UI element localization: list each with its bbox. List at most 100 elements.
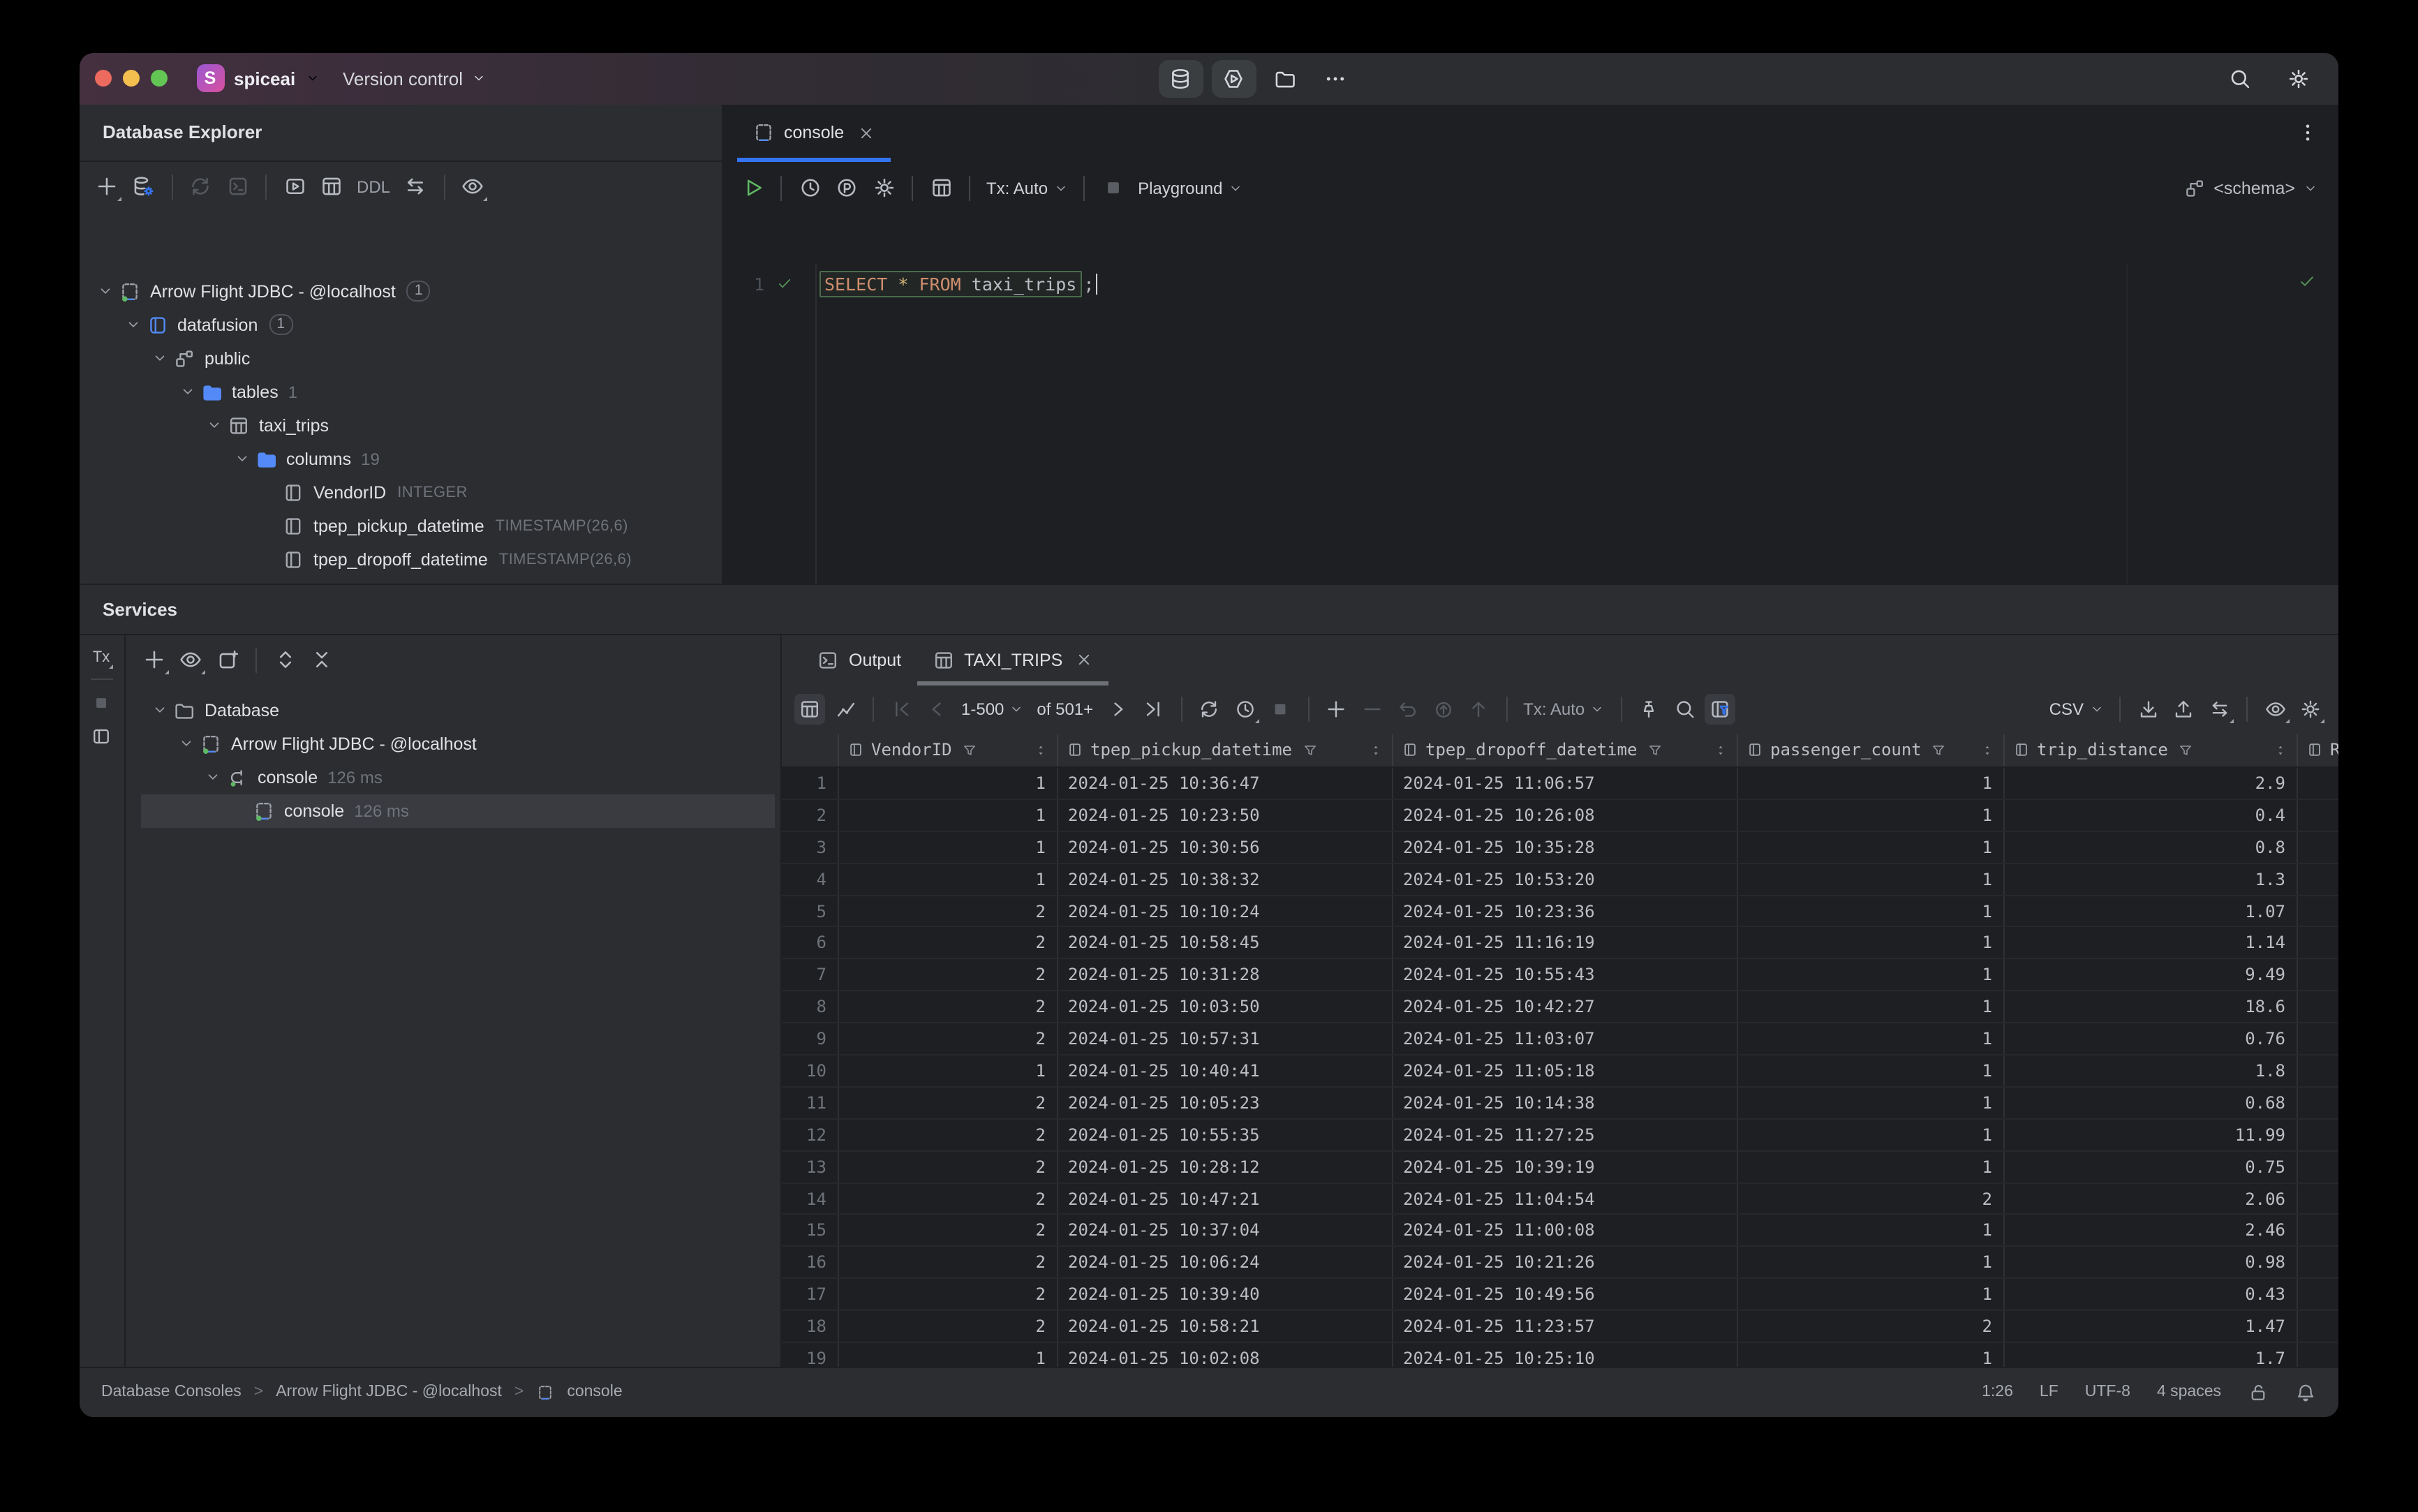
- filter-funnel-icon[interactable]: [2178, 743, 2193, 758]
- table-cell[interactable]: 2024-01-25 10:31:28: [1058, 959, 1393, 991]
- chevron-expanded-icon[interactable]: [149, 702, 171, 718]
- bell-icon[interactable]: [2295, 1382, 2316, 1403]
- table-cell[interactable]: 1: [1738, 864, 2005, 895]
- chevron-expanded-icon[interactable]: [202, 769, 224, 785]
- column-header-rate[interactable]: Rate: [2298, 734, 2338, 766]
- table-cell[interactable]: 1: [839, 1055, 1058, 1086]
- tree-item-console[interactable]: console 126 ms: [125, 760, 780, 794]
- sort-icon[interactable]: [1033, 743, 1048, 758]
- refresh-icon[interactable]: [1198, 698, 1220, 720]
- table-cell[interactable]: 2024-01-25 10:47:21: [1058, 1183, 1393, 1214]
- breadcrumb-database-consoles[interactable]: Database Consoles: [101, 1384, 242, 1401]
- table-cell[interactable]: 0.76: [2005, 1023, 2298, 1055]
- encoding-widget[interactable]: UTF-8: [2085, 1384, 2130, 1401]
- table-cell[interactable]: [2298, 1311, 2338, 1342]
- column-header-tpep-pickup-datetime[interactable]: tpep_pickup_datetime: [1058, 734, 1393, 766]
- playground-label[interactable]: Playground: [1138, 178, 1242, 198]
- table-cell[interactable]: 0.68: [2005, 1087, 2298, 1118]
- table-cell[interactable]: 2024-01-25 10:05:23: [1058, 1087, 1393, 1118]
- search-icon-button[interactable]: [2218, 59, 2260, 97]
- first-page-icon[interactable]: [890, 698, 912, 720]
- unlock-icon[interactable]: [2248, 1382, 2269, 1403]
- table-cell[interactable]: [2298, 1215, 2338, 1246]
- expand-all-icon[interactable]: [273, 648, 297, 672]
- revert-icon[interactable]: [1432, 698, 1454, 720]
- tab-output[interactable]: Output: [801, 635, 917, 685]
- search-icon[interactable]: [1673, 698, 1696, 720]
- table-cell[interactable]: 2: [839, 1087, 1058, 1118]
- table-cell[interactable]: 2024-01-25 11:23:57: [1393, 1311, 1738, 1342]
- table-cell[interactable]: 2024-01-25 10:23:50: [1058, 799, 1393, 831]
- table-cell[interactable]: 2024-01-25 10:49:56: [1393, 1279, 1738, 1310]
- editor-body[interactable]: 1 SELECT * FROM taxi_trips ;: [722, 263, 2338, 584]
- table-icon[interactable]: [929, 176, 953, 200]
- tree-item-datafusion[interactable]: datafusion 1: [79, 308, 721, 341]
- add-icon[interactable]: [142, 648, 168, 675]
- pin-icon[interactable]: [1638, 698, 1660, 720]
- table-cell[interactable]: [2298, 800, 2338, 831]
- table-cell[interactable]: 2024-01-25 11:04:54: [1393, 1183, 1738, 1214]
- filter-panel-icon[interactable]: [1705, 694, 1736, 725]
- table-cell[interactable]: 2.9: [2005, 768, 2298, 799]
- table-cell[interactable]: 2024-01-25 10:30:56: [1058, 831, 1393, 863]
- grid-view-icon[interactable]: [794, 694, 825, 725]
- table-cell[interactable]: 0.98: [2005, 1247, 2298, 1278]
- version-control-menu[interactable]: Version control: [343, 52, 485, 104]
- filter-funnel-icon[interactable]: [1931, 743, 1947, 758]
- table-cell[interactable]: 2: [839, 1151, 1058, 1183]
- table-cell[interactable]: 2024-01-25 10:36:47: [1058, 768, 1393, 799]
- column-header-trip-distance[interactable]: trip_distance: [2005, 734, 2298, 766]
- schema-selector[interactable]: <schema>: [2183, 177, 2317, 199]
- table-cell[interactable]: 1: [1738, 768, 2005, 799]
- table-cell[interactable]: [2298, 1055, 2338, 1086]
- tree-item-taxi-trips[interactable]: taxi_trips: [79, 408, 721, 442]
- table-cell[interactable]: 2: [839, 1279, 1058, 1310]
- table-cell[interactable]: 2024-01-25 10:53:20: [1393, 864, 1738, 895]
- more-vertical-icon[interactable]: [2297, 121, 2319, 144]
- sort-icon[interactable]: [1368, 743, 1384, 758]
- table-cell[interactable]: 2: [1738, 1311, 2005, 1342]
- column-header-tpep-dropoff-datetime[interactable]: tpep_dropoff_datetime: [1393, 734, 1738, 766]
- csv-label[interactable]: CSV: [2049, 699, 2103, 719]
- table-cell[interactable]: 2024-01-25 10:42:27: [1393, 991, 1738, 1023]
- table-cell[interactable]: 1.07: [2005, 896, 2298, 926]
- table-cell[interactable]: 2024-01-25 10:10:24: [1058, 896, 1393, 926]
- tx-auto-label[interactable]: Tx: Auto: [986, 178, 1067, 198]
- filter-funnel-icon[interactable]: [1647, 743, 1662, 758]
- table-cell[interactable]: 2: [839, 896, 1058, 926]
- chevron-expanded-icon[interactable]: [203, 417, 225, 433]
- table-cell[interactable]: 2024-01-25 10:28:12: [1058, 1151, 1393, 1183]
- table-cell[interactable]: 1.8: [2005, 1055, 2298, 1086]
- table-cell[interactable]: 1: [839, 768, 1058, 799]
- table-cell[interactable]: [2298, 1247, 2338, 1278]
- collapse-all-icon[interactable]: [310, 648, 334, 672]
- tree-item-vendorid[interactable]: VendorID INTEGER: [79, 475, 721, 509]
- swap-icon[interactable]: [2208, 698, 2233, 723]
- indent-widget[interactable]: 4 spaces: [2157, 1384, 2221, 1401]
- table-cell[interactable]: 2024-01-25 11:03:07: [1393, 1023, 1738, 1055]
- chevron-expanded-icon[interactable]: [121, 317, 144, 332]
- table-cell[interactable]: [2298, 832, 2338, 863]
- chevron-expanded-icon[interactable]: [230, 451, 253, 466]
- table-cell[interactable]: 1: [1738, 799, 2005, 831]
- table-cell[interactable]: 2024-01-25 11:06:57: [1393, 768, 1738, 799]
- table-cell[interactable]: 2024-01-25 10:39:40: [1058, 1279, 1393, 1310]
- table-cell[interactable]: 1: [1738, 1215, 2005, 1246]
- remove-icon[interactable]: [1360, 698, 1383, 720]
- tree-item-arrow-flight-jdbc-localhost[interactable]: Arrow Flight JDBC - @localhost: [125, 727, 780, 760]
- prev-page-icon[interactable]: [926, 698, 948, 720]
- table-cell[interactable]: 1: [1738, 1151, 2005, 1183]
- stop-icon[interactable]: [1269, 698, 1291, 720]
- table-cell[interactable]: 1: [1738, 1023, 2005, 1055]
- table-cell[interactable]: 2024-01-25 10:21:26: [1393, 1247, 1738, 1278]
- download-icon[interactable]: [2137, 698, 2159, 720]
- table-cell[interactable]: 2024-01-25 11:00:08: [1393, 1215, 1738, 1246]
- table-cell[interactable]: 2024-01-25 10:14:38: [1393, 1087, 1738, 1118]
- table-cell[interactable]: [2298, 1280, 2338, 1310]
- chevron-expanded-icon[interactable]: [176, 384, 198, 399]
- table-cell[interactable]: [2298, 1120, 2338, 1150]
- sort-icon[interactable]: [1980, 743, 1995, 758]
- table-cell[interactable]: 2.46: [2005, 1215, 2298, 1246]
- table-cell[interactable]: 2024-01-25 10:26:08: [1393, 799, 1738, 831]
- table-cell[interactable]: 2024-01-25 11:16:19: [1393, 927, 1738, 958]
